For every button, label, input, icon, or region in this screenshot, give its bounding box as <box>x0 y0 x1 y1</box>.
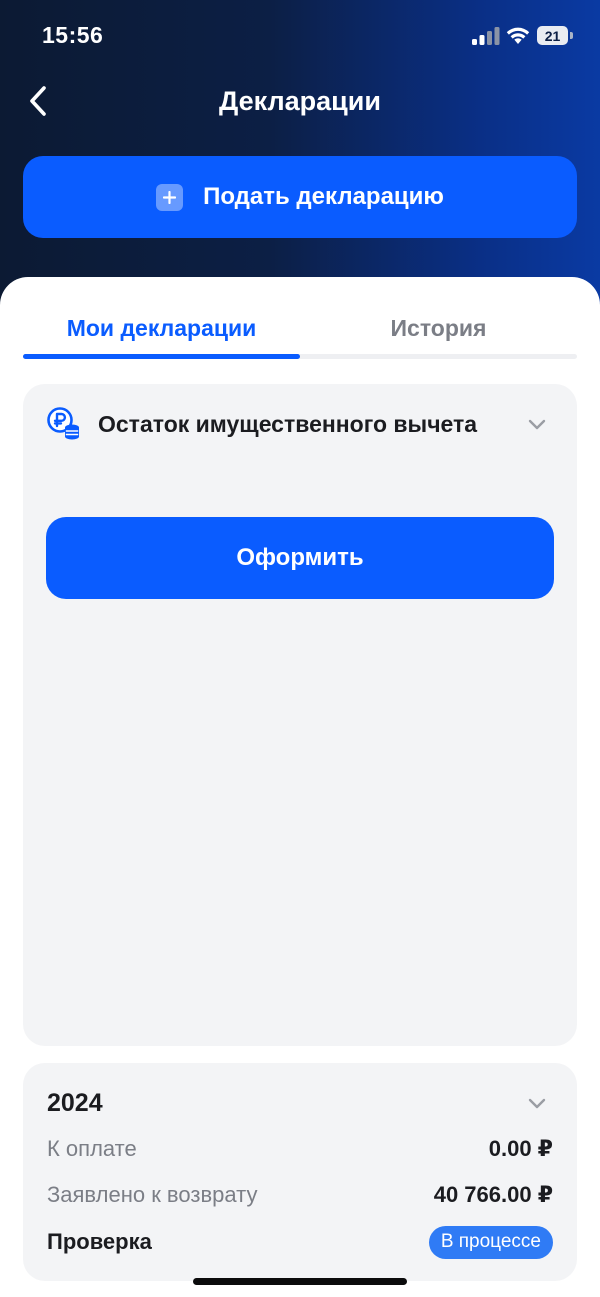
to-pay-value: 0.00 ₽ <box>488 1136 553 1161</box>
submit-declaration-label: Подать декларацию <box>203 183 444 210</box>
status-bar: 15:56 21 <box>0 0 600 72</box>
plus-icon <box>156 183 184 211</box>
status-badge: В процессе <box>428 1225 553 1259</box>
battery-tip <box>570 32 573 39</box>
verification-label: Проверка <box>47 1229 152 1254</box>
chevron-down-icon[interactable] <box>527 1096 547 1110</box>
refund-claimed-label: Заявлено к возврату <box>47 1182 258 1207</box>
row-verification: Проверка В процессе <box>47 1225 553 1259</box>
apply-button[interactable]: Оформить <box>46 517 554 599</box>
home-indicator <box>193 1278 407 1285</box>
declaration-card-2024[interactable]: 2024 К оплате 0.00 ₽ Заявлено к возврату… <box>23 1063 577 1281</box>
submit-declaration-button[interactable]: Подать декларацию <box>23 156 577 238</box>
battery-indicator: 21 <box>537 26 568 45</box>
wifi-icon <box>506 27 530 44</box>
row-to-pay: К оплате 0.00 ₽ <box>47 1133 553 1165</box>
tab-active-indicator <box>23 354 300 359</box>
property-deduction-card: Остаток имущественного вычета Оформить <box>23 384 577 1046</box>
tab-my-declarations[interactable]: Мои декларации <box>23 300 300 356</box>
declaration-year: 2024 <box>47 1089 103 1117</box>
page-title: Декларации <box>219 86 381 116</box>
refund-claimed-value: 40 766.00 ₽ <box>433 1182 553 1207</box>
ruble-coins-icon <box>47 407 79 440</box>
tab-bar: Мои декларации История <box>23 300 577 362</box>
battery-level: 21 <box>544 27 561 44</box>
status-time: 15:56 <box>42 22 104 48</box>
chevron-down-icon[interactable] <box>527 417 547 431</box>
to-pay-label: К оплате <box>47 1136 137 1161</box>
row-refund-claimed: Заявлено к возврату 40 766.00 ₽ <box>47 1179 553 1211</box>
cellular-signal-icon <box>472 27 500 45</box>
tab-history[interactable]: История <box>300 300 577 356</box>
property-deduction-title: Остаток имущественного вычета <box>98 411 478 437</box>
